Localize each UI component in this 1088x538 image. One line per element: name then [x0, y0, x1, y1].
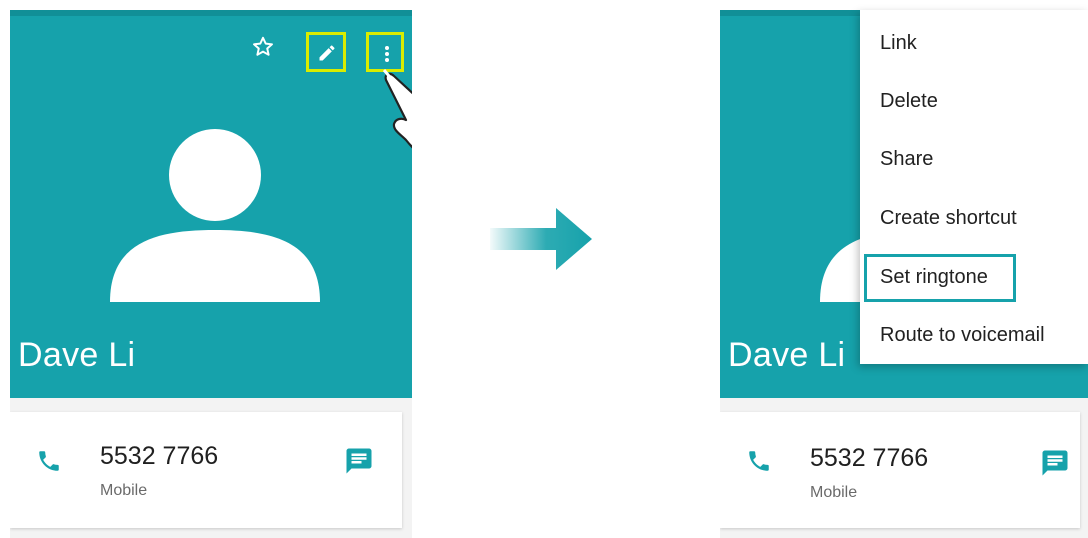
- menu-item-link[interactable]: Link: [860, 18, 1088, 68]
- phone-number[interactable]: 5532 7766: [810, 444, 928, 473]
- menu-item-route-to-voicemail[interactable]: Route to voicemail: [860, 310, 1088, 360]
- more-vertical-icon: [385, 46, 389, 62]
- contact-name: Dave Li: [18, 336, 136, 374]
- pencil-icon: [319, 45, 335, 61]
- phone-icon[interactable]: [746, 448, 772, 474]
- phone-icon[interactable]: [36, 448, 62, 474]
- menu-item-share[interactable]: Share: [860, 134, 1088, 184]
- more-options-button[interactable]: [366, 32, 404, 72]
- phone-number[interactable]: 5532 7766: [100, 442, 218, 471]
- message-icon[interactable]: [344, 446, 374, 476]
- contact-header: Dave Li: [10, 10, 412, 398]
- hand-pointer-icon: [382, 69, 412, 149]
- star-outline-icon[interactable]: [250, 34, 276, 60]
- menu-item-delete[interactable]: Delete: [860, 76, 1088, 126]
- overflow-menu: Link Delete Share Create shortcut Set ri…: [860, 10, 1088, 364]
- message-icon[interactable]: [1040, 448, 1070, 478]
- edit-button[interactable]: [306, 32, 346, 72]
- arrow-right-icon: [490, 208, 592, 270]
- contact-name: Dave Li: [728, 336, 846, 374]
- menu-item-create-shortcut[interactable]: Create shortcut: [860, 193, 1088, 243]
- set-ringtone-highlight: [864, 254, 1016, 302]
- contact-screen-before: Dave Li 5532 7766 Mobile: [10, 10, 412, 538]
- phone-type-label: Mobile: [100, 482, 148, 499]
- phone-type-label: Mobile: [810, 484, 858, 501]
